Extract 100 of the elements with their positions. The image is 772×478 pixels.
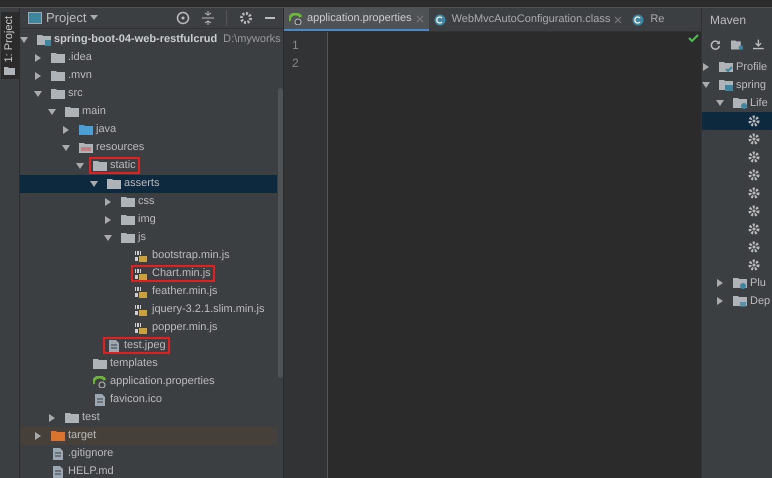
tree-row[interactable]: jquery-3.2.1.slim.min.js [20, 300, 277, 318]
tree-label: Dep [750, 294, 770, 309]
expanded-arrow-icon[interactable] [90, 180, 98, 188]
tree-row[interactable]: src [20, 84, 277, 102]
tree-row[interactable]: Profile [702, 58, 772, 76]
expanded-arrow-icon[interactable] [702, 81, 710, 89]
collapsed-arrow-icon[interactable] [62, 126, 70, 134]
tree-row[interactable]: test [20, 408, 277, 426]
folder-icon [93, 160, 107, 172]
expanded-arrow-icon[interactable] [716, 99, 724, 107]
expanded-arrow-icon[interactable] [34, 90, 42, 98]
tree-label: Profile [736, 60, 768, 75]
file-icon [107, 340, 121, 352]
tree-row[interactable]: static [20, 156, 277, 174]
tree-row[interactable]: Life [702, 94, 772, 112]
tree-row[interactable]: bootstrap.min.js [20, 246, 277, 264]
refresh-icon[interactable] [710, 39, 721, 51]
source-folder-icon [79, 124, 93, 136]
tree-row[interactable]: test.jpeg [20, 336, 277, 354]
gear-icon [747, 259, 761, 271]
tree-row[interactable] [702, 112, 772, 130]
expanded-arrow-icon[interactable] [104, 234, 112, 242]
tree-label: src [68, 86, 83, 102]
download-icon[interactable] [753, 39, 764, 51]
tree-row[interactable]: templates [20, 354, 277, 372]
collapsed-arrow-icon[interactable] [702, 63, 710, 71]
tree-label: static [110, 158, 136, 174]
tree-row[interactable]: popper.min.js [20, 318, 277, 336]
caret-icon[interactable] [90, 15, 98, 20]
tree-row[interactable]: .mvn [20, 66, 277, 84]
tree-row[interactable]: Plu [702, 274, 772, 292]
dependencies-folder-icon [733, 295, 747, 307]
collapsed-arrow-icon[interactable] [716, 297, 724, 305]
collapsed-arrow-icon[interactable] [104, 198, 112, 206]
tree-row[interactable]: main [20, 102, 277, 120]
collapsed-arrow-icon[interactable] [34, 432, 42, 440]
tree-label: spring-boot-04-web-restfulcrud [54, 32, 218, 48]
collapsed-arrow-icon[interactable] [104, 216, 112, 224]
editor-tab[interactable]: WebMvcAutoConfiguration.class [428, 8, 628, 31]
tree-row[interactable]: Dep [702, 292, 772, 310]
file-icon [51, 466, 65, 478]
properties-file-icon [93, 376, 107, 388]
panel-title[interactable]: Project [46, 8, 86, 28]
minimize-icon[interactable] [265, 16, 275, 19]
editor-tab[interactable]: application.properties [284, 8, 429, 31]
tree-row[interactable]: .gitignore [20, 444, 277, 462]
close-icon[interactable] [614, 16, 622, 24]
gear-icon [747, 223, 761, 235]
tree-row[interactable]: java [20, 120, 277, 138]
editor-tab[interactable]: Re [627, 8, 670, 31]
tree-row[interactable]: .idea [20, 48, 277, 66]
tree-row[interactable]: resources [20, 138, 277, 156]
tree-row[interactable]: favicon.ico [20, 390, 277, 408]
tree-label: .idea [68, 50, 92, 66]
tree-row[interactable]: js [20, 228, 277, 246]
maven-project-icon [719, 79, 733, 91]
script-file-icon [135, 250, 149, 262]
expanded-arrow-icon[interactable] [20, 36, 28, 44]
collapse-icon[interactable] [202, 10, 214, 25]
collapsed-arrow-icon[interactable] [48, 414, 56, 422]
tree-label: js [138, 230, 146, 246]
tree-row[interactable]: Chart.min.js [20, 264, 277, 282]
tree-row[interactable]: feather.min.js [20, 282, 277, 300]
expanded-arrow-icon[interactable] [48, 108, 56, 116]
tree-label: main [82, 104, 106, 120]
tree-row[interactable]: spring [702, 76, 772, 94]
collapsed-arrow-icon[interactable] [34, 54, 42, 62]
tree-label: Chart.min.js [152, 266, 211, 282]
expanded-arrow-icon[interactable] [76, 162, 84, 170]
scrollbar[interactable] [278, 88, 283, 378]
collapsed-arrow-icon[interactable] [34, 72, 42, 80]
file-icon [51, 448, 65, 460]
tree-row[interactable]: application.properties [20, 372, 277, 390]
gear-icon [747, 241, 761, 253]
folder-icon [65, 106, 79, 118]
plugins-folder-icon [733, 277, 747, 289]
line-number: 1 [292, 37, 300, 54]
module-folder-icon [37, 34, 51, 46]
folder-icon [51, 52, 65, 64]
crosshair-icon[interactable] [176, 10, 190, 25]
gear-icon [747, 133, 761, 145]
tree-row[interactable]: img [20, 210, 277, 228]
properties-file-icon [289, 12, 303, 24]
folder-icon [4, 66, 15, 76]
tree-label: resources [96, 140, 144, 156]
project-tool-tab[interactable]: 1: Project [0, 12, 18, 80]
tree-label: java [96, 122, 116, 138]
tree-label: HELP.md [68, 464, 114, 478]
tree-row[interactable]: target [20, 426, 277, 444]
folder-icon[interactable] [730, 39, 744, 51]
expanded-arrow-icon[interactable] [62, 144, 70, 152]
tree-row[interactable]: HELP.md [20, 462, 277, 478]
tree-row[interactable]: asserts [20, 174, 277, 192]
tree-label: test [82, 410, 100, 426]
class-file-icon [632, 14, 646, 26]
collapsed-arrow-icon[interactable] [716, 279, 724, 287]
tree-row[interactable]: css [20, 192, 277, 210]
settings-icon[interactable] [239, 10, 253, 25]
tree-label: spring [736, 78, 766, 93]
tree-label: jquery-3.2.1.slim.min.js [152, 302, 264, 318]
